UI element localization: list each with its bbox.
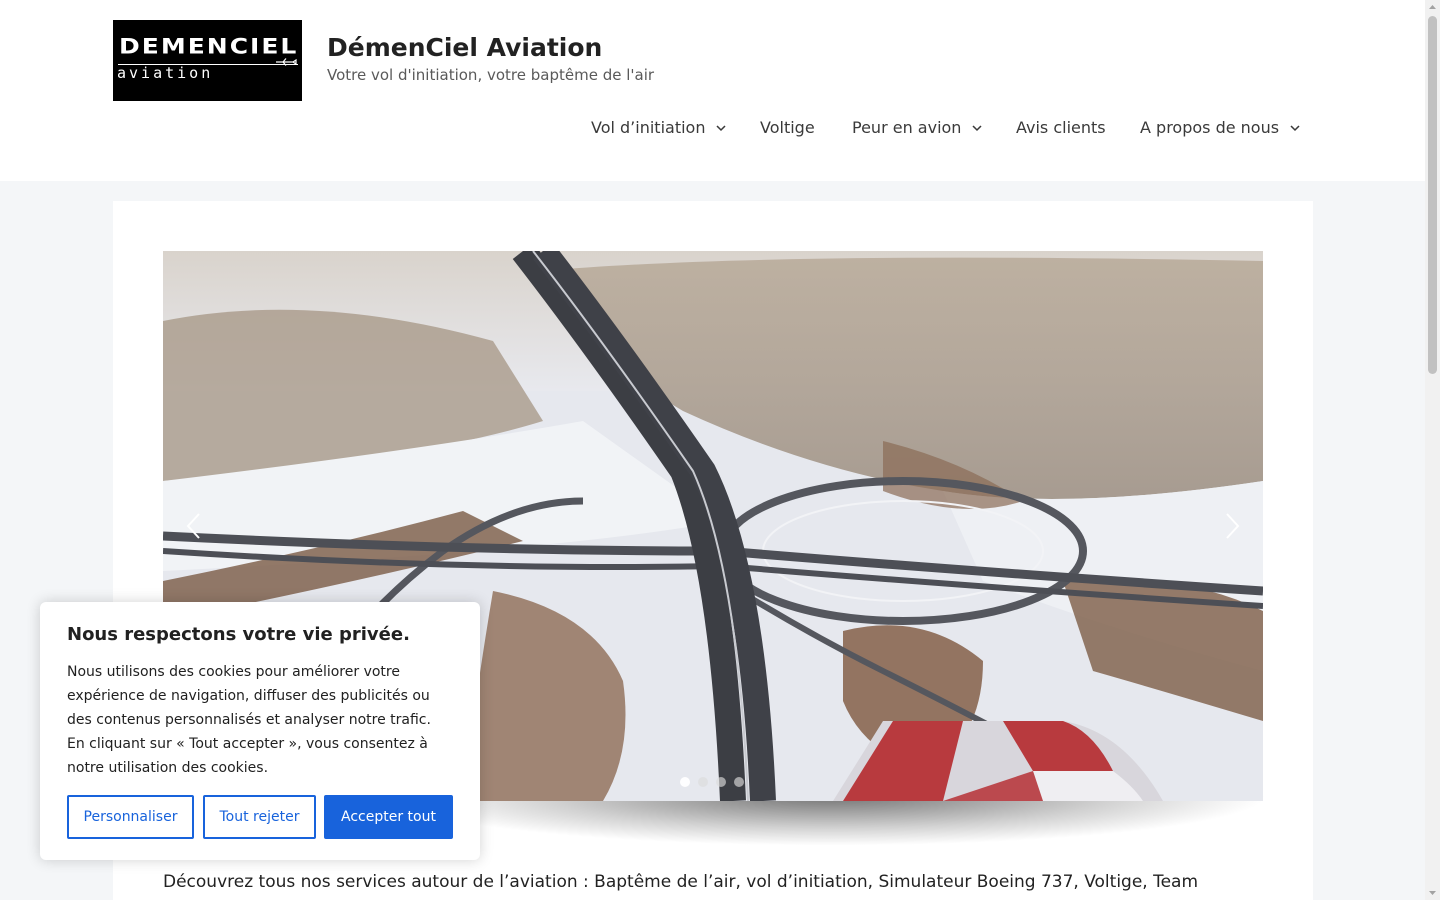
site-logo[interactable]: DEMENCIEL aviation bbox=[113, 20, 302, 101]
customize-button[interactable]: Personnaliser bbox=[67, 795, 194, 839]
cookie-description: Nous utilisons des cookies pour améliore… bbox=[67, 664, 431, 776]
nav-item-label: Avis clients bbox=[1016, 118, 1106, 137]
site-title[interactable]: DémenCiel Aviation bbox=[327, 33, 602, 62]
slider-dot[interactable] bbox=[716, 777, 726, 787]
scroll-up-icon[interactable] bbox=[1425, 0, 1440, 15]
nav-item-label: Voltige bbox=[760, 118, 815, 137]
slider-shadow bbox=[470, 796, 1270, 846]
site-tagline: Votre vol d'initiation, votre baptême de… bbox=[327, 66, 655, 84]
reject-all-button[interactable]: Tout rejeter bbox=[203, 795, 316, 839]
nav-item-avis-clients[interactable]: Avis clients bbox=[1016, 118, 1106, 137]
nav-item-label: Peur en avion bbox=[852, 118, 962, 137]
nav-item-peur-en-avion[interactable]: Peur en avion bbox=[852, 118, 983, 137]
nav-item-voltige[interactable]: Voltige bbox=[760, 118, 815, 137]
chevron-left-icon[interactable] bbox=[184, 512, 204, 540]
site-header: DEMENCIEL aviation DémenCiel Aviation Vo… bbox=[0, 0, 1425, 181]
cookie-consent-banner: Nous respectons votre vie privée. Nous u… bbox=[40, 602, 480, 860]
page-scrollbar[interactable] bbox=[1425, 0, 1440, 900]
nav-item-label: Vol d’initiation bbox=[591, 118, 706, 137]
chevron-down-icon bbox=[716, 124, 726, 131]
plane-icon bbox=[276, 58, 297, 66]
logo-wordmark: DEMENCIEL bbox=[119, 34, 299, 59]
slider-dot[interactable] bbox=[734, 777, 744, 787]
main-nav: Vol d’initiation Voltige Peur en avion A… bbox=[0, 118, 1425, 144]
accept-all-button[interactable]: Accepter tout bbox=[324, 795, 453, 839]
nav-item-label: A propos de nous bbox=[1140, 118, 1280, 137]
chevron-right-icon[interactable] bbox=[1222, 512, 1242, 540]
nav-item-a-propos[interactable]: A propos de nous bbox=[1140, 118, 1301, 137]
nav-item-vol-initiation[interactable]: Vol d’initiation bbox=[591, 118, 727, 137]
logo-subtext: aviation bbox=[117, 64, 214, 82]
chevron-down-icon bbox=[972, 124, 982, 131]
cookie-title: Nous respectons votre vie privée. bbox=[67, 624, 410, 645]
slider-dot[interactable] bbox=[698, 777, 708, 787]
slider-dot[interactable] bbox=[680, 777, 690, 787]
scroll-thumb[interactable] bbox=[1428, 16, 1437, 374]
slider-dots bbox=[680, 777, 744, 787]
scroll-down-icon[interactable] bbox=[1425, 885, 1440, 900]
intro-paragraph: Découvrez tous nos services autour de l’… bbox=[163, 872, 1199, 892]
chevron-down-icon bbox=[1290, 124, 1300, 131]
